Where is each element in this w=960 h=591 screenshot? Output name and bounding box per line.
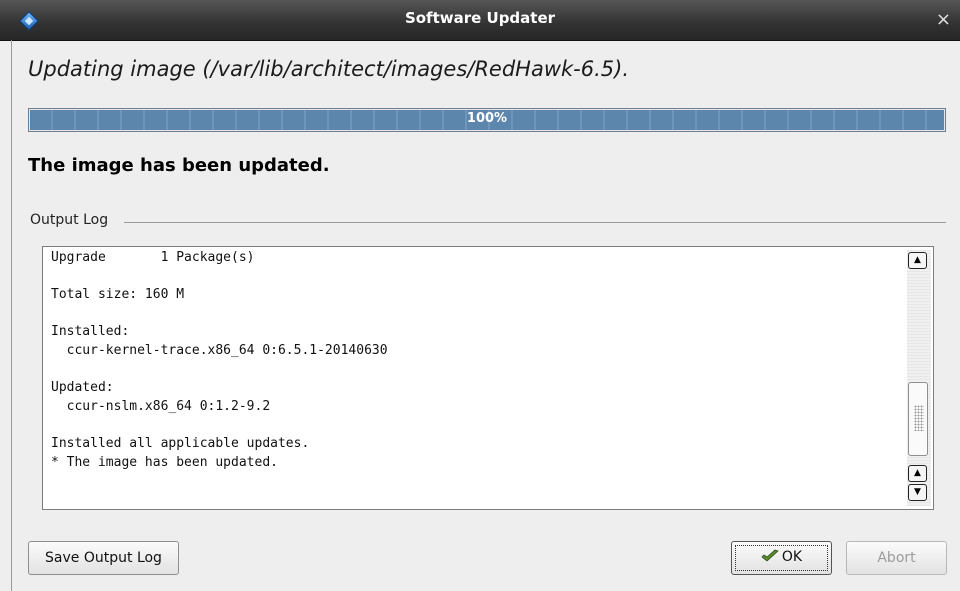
progress-label: 100%: [466, 111, 508, 126]
scrollbar-thumb[interactable]: [908, 382, 928, 456]
checkmark-icon: [761, 549, 779, 562]
log-scrollbar[interactable]: ▲ ▲ ▼: [907, 250, 931, 506]
window-left-border: [11, 40, 12, 591]
save-output-log-button[interactable]: Save Output Log: [28, 541, 179, 575]
ok-button[interactable]: OK: [731, 541, 832, 575]
title-bar[interactable]: Software Updater ×: [0, 0, 960, 41]
scrollbar-grip-icon: [914, 405, 924, 431]
scroll-up-arrow-icon[interactable]: ▲: [908, 252, 927, 269]
output-log-textarea[interactable]: Upgrade 1 Package(s) Total size: 160 M I…: [42, 246, 934, 510]
abort-button[interactable]: Abort: [846, 541, 947, 575]
group-divider: [124, 222, 946, 223]
ok-label: OK: [781, 549, 803, 565]
progress-bar: 100%: [28, 108, 946, 132]
scroll-down-arrow-icon[interactable]: ▼: [908, 484, 927, 501]
output-log-group-label: Output Log: [30, 212, 109, 228]
output-log-text: Upgrade 1 Package(s) Total size: 160 M I…: [51, 250, 388, 470]
close-icon[interactable]: ×: [936, 9, 951, 30]
window-title: Software Updater: [404, 9, 556, 27]
update-heading: Updating image (/var/lib/architect/image…: [28, 57, 630, 81]
scroll-up-arrow-icon-lower[interactable]: ▲: [908, 465, 927, 482]
status-message: The image has been updated.: [28, 155, 330, 176]
software-updater-window: Software Updater × Updating image (/var/…: [0, 0, 960, 591]
